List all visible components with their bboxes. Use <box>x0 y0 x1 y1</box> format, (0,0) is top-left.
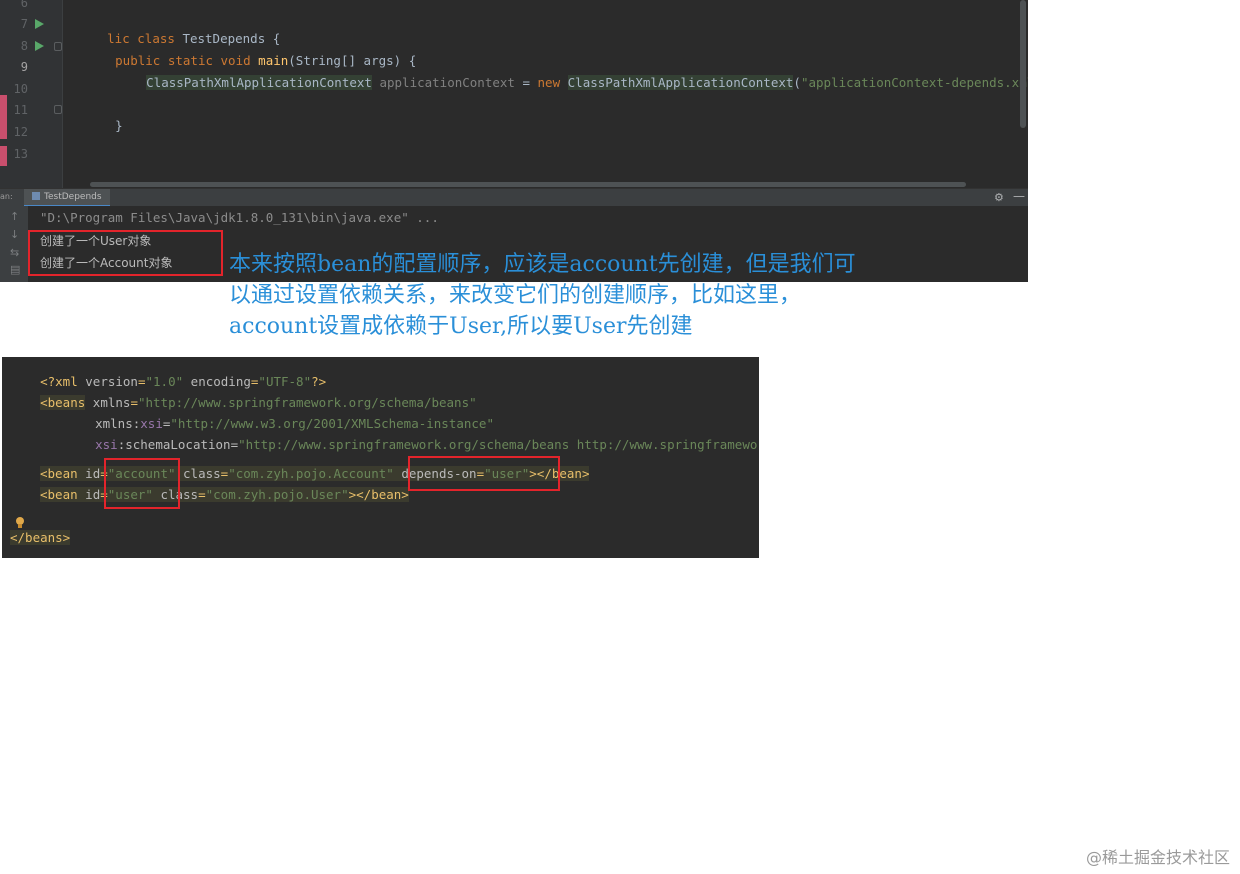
print-icon[interactable]: ▤ <box>10 263 20 276</box>
constructor-name: ClassPathXmlApplicationContext <box>567 75 794 90</box>
run-toolbar: an: TestDepends ⚙ — <box>0 188 1028 207</box>
beans-close-line: </beans> <box>10 530 71 545</box>
java-class-icon <box>32 192 40 200</box>
xml-value: "http://www.springframework.org/schema/b… <box>238 437 759 452</box>
type-name: ClassPathXmlApplicationContext <box>146 75 372 90</box>
highlight-box-output <box>28 230 223 276</box>
xml-eq: = <box>230 437 239 452</box>
wrap-icon[interactable]: ⇆ <box>10 246 19 259</box>
code-line-9: ClassPathXmlApplicationContext applicati… <box>101 60 1028 105</box>
editor-gutter: 6 7 8 9 10 11 12 13 <box>0 0 63 188</box>
lightbulb-stem <box>18 524 22 528</box>
code-line-11: } <box>70 103 123 148</box>
keyword: new <box>537 75 561 90</box>
xml-attr: class <box>183 466 221 481</box>
horizontal-scrollbar[interactable] <box>90 182 966 187</box>
xml-tag: <bean <box>40 487 78 502</box>
line-number: 6 <box>20 0 28 10</box>
annotation-line: 以通过设置依赖关系，来改变它们的创建顺序，比如这里， <box>229 283 802 308</box>
arrow-up-icon[interactable]: ↑ <box>10 210 19 223</box>
highlight-box-ids <box>104 458 180 509</box>
xml-value: "com.zyh.pojo.Account" <box>228 466 394 481</box>
change-marker <box>0 146 7 166</box>
change-marker <box>0 95 7 139</box>
xml-attr: :schemaLocation <box>117 437 231 452</box>
line-number: 13 <box>13 147 28 161</box>
run-tab[interactable]: TestDepends <box>24 189 110 207</box>
annotation-text: 本来按照bean的配置顺序，应该是account先创建，但是我们可 以通过设置依… <box>229 249 909 342</box>
line-number: 10 <box>13 82 28 96</box>
line-number: 9 <box>20 60 28 74</box>
xml-attr: id <box>85 466 101 481</box>
vertical-scrollbar[interactable] <box>1020 0 1026 128</box>
run-label: an: <box>0 192 13 201</box>
line-number: 8 <box>20 39 28 53</box>
console-toolbar: ↑ ↓ ⇆ ▤ <box>0 206 28 282</box>
xml-tag: </beans> <box>10 530 71 545</box>
line-number: 7 <box>20 17 28 31</box>
gear-icon[interactable]: ⚙ <box>994 191 1004 204</box>
annotation-line: account设置成依赖于User,所以要User先创建 <box>229 314 693 339</box>
bean-user-line: <bean id="user" class="com.zyh.pojo.User… <box>40 487 409 502</box>
paren: ( <box>793 75 801 90</box>
xml-attr: id <box>85 487 101 502</box>
xml-value: "com.zyh.pojo.User" <box>205 487 349 502</box>
xml-tag: <bean <box>40 466 78 481</box>
highlight-box-depends-on <box>408 456 560 491</box>
console-command-line: "D:\Program Files\Java\jdk1.8.0_131\bin\… <box>40 210 439 225</box>
run-class-icon[interactable] <box>35 19 44 29</box>
fold-icon[interactable] <box>54 105 62 114</box>
run-tab-title: TestDepends <box>44 192 102 202</box>
xml-tag: </bean> <box>356 487 409 502</box>
java-editor[interactable]: 6 7 8 9 10 11 12 13 lic class TestDepend… <box>0 0 1028 188</box>
line-number: 11 <box>13 103 28 117</box>
minus-icon[interactable]: — <box>1013 189 1025 203</box>
xml-namespace: xsi <box>95 437 118 452</box>
fold-icon[interactable] <box>54 42 62 51</box>
string-literal: "applicationContext-depends.xml" <box>800 75 1028 90</box>
line-number: 12 <box>13 125 28 139</box>
annotation-line: 本来按照bean的配置顺序，应该是account先创建，但是我们可 <box>229 252 856 277</box>
arrow-down-icon[interactable]: ↓ <box>10 228 19 241</box>
brace: } <box>115 118 123 133</box>
operator: = <box>522 75 530 90</box>
run-main-icon[interactable] <box>35 41 44 51</box>
watermark: @稀土掘金技术社区 <box>1085 848 1230 867</box>
variable-name: applicationContext <box>379 75 515 90</box>
